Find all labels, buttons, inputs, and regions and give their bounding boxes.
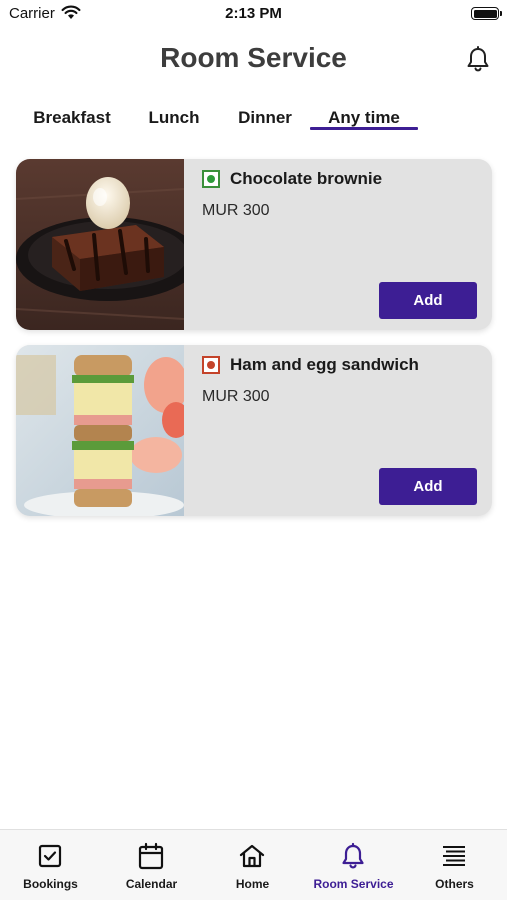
page-title: Room Service [160,42,347,73]
menu-item-card: Chocolate brownie MUR 300 Add [16,159,492,330]
checkbox-icon [38,844,62,868]
nav-others[interactable]: Others [404,830,505,900]
calendar-icon [138,842,164,870]
menu-lines-icon [443,846,465,866]
home-icon [239,844,265,868]
tab-lunch[interactable]: Lunch [140,108,208,132]
bell-icon [342,842,364,869]
tab-dinner[interactable]: Dinner [230,108,300,132]
item-name: Ham and egg sandwich [230,355,419,374]
nav-home[interactable]: Home [202,830,303,900]
nav-label: Home [235,877,270,891]
nav-bookings[interactable]: Bookings [0,830,101,900]
item-name: Chocolate brownie [230,169,383,188]
bell-icon[interactable] [465,46,491,74]
add-button[interactable]: Add [379,282,477,319]
nav-label: Others [435,877,474,891]
status-bar: Carrier 2:13 PM [0,0,507,28]
nav-label: Room Service [313,877,394,891]
battery-icon [471,7,499,20]
veg-indicator-icon [202,170,220,188]
nav-calendar[interactable]: Calendar [101,830,202,900]
chocolate-brownie-image [16,159,184,330]
ham-egg-sandwich-image [16,345,184,516]
active-tab-indicator [310,127,418,130]
add-button[interactable]: Add [379,468,477,505]
non-veg-indicator-icon [202,356,220,374]
item-price: MUR 300 [202,388,270,405]
tab-breakfast[interactable]: Breakfast [22,108,122,132]
nav-label: Bookings [23,877,78,891]
nav-label: Calendar [125,877,178,891]
nav-room-service[interactable]: Room Service [303,830,404,900]
item-price: MUR 300 [202,202,270,219]
clock: 2:13 PM [225,5,282,22]
bottom-navigation: Bookings Calendar Home Room Service Othe… [0,829,507,900]
menu-item-card: Ham and egg sandwich MUR 300 Add [16,345,492,516]
battery-tip [500,11,502,16]
